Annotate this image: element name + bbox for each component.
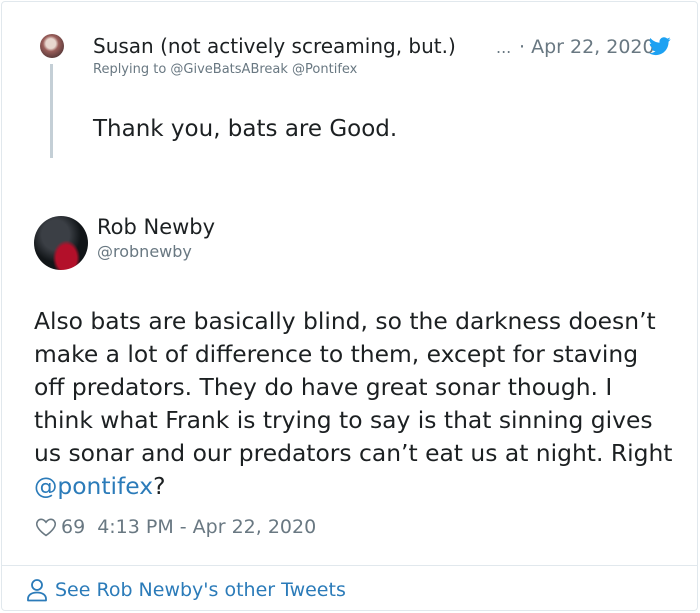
tweet-text-body: Also bats are basically blind, so the da… <box>34 307 673 467</box>
author-avatar[interactable] <box>34 216 88 270</box>
parent-tweet-text: Thank you, bats are Good. <box>93 116 398 142</box>
tweet-text-end: ? <box>153 472 166 500</box>
twitter-bird-icon[interactable] <box>648 35 672 57</box>
tweet-timestamp[interactable]: 4:13 PM - Apr 22, 2020 <box>97 516 316 538</box>
like-count[interactable]: 69 <box>61 516 85 538</box>
author-name[interactable]: Rob Newby <box>97 215 215 239</box>
heart-icon[interactable] <box>35 516 57 538</box>
person-icon <box>27 579 47 602</box>
tweet-meta: 69 4:13 PM - Apr 22, 2020 <box>35 514 316 540</box>
parent-author-avatar[interactable] <box>40 34 64 58</box>
tweet-card: Susan (not actively screaming, but.) ...… <box>1 1 698 611</box>
author-handle[interactable]: @robnewby <box>97 242 192 261</box>
footer-divider <box>2 565 697 566</box>
tweet-text: Also bats are basically blind, so the da… <box>34 305 674 503</box>
replying-to[interactable]: Replying to @GiveBatsABreak @Pontifex <box>93 62 357 77</box>
parent-tweet-date[interactable]: · Apr 22, 2020 <box>519 36 655 58</box>
parent-name-ellipsis: ... <box>496 38 512 57</box>
see-other-tweets-link[interactable]: See Rob Newby's other Tweets <box>26 576 346 604</box>
thread-line <box>50 64 53 158</box>
mention-link[interactable]: @pontifex <box>34 472 153 500</box>
parent-author-name[interactable]: Susan (not actively screaming, but.) <box>93 34 456 58</box>
see-other-tweets-label: See Rob Newby's other Tweets <box>55 579 346 601</box>
